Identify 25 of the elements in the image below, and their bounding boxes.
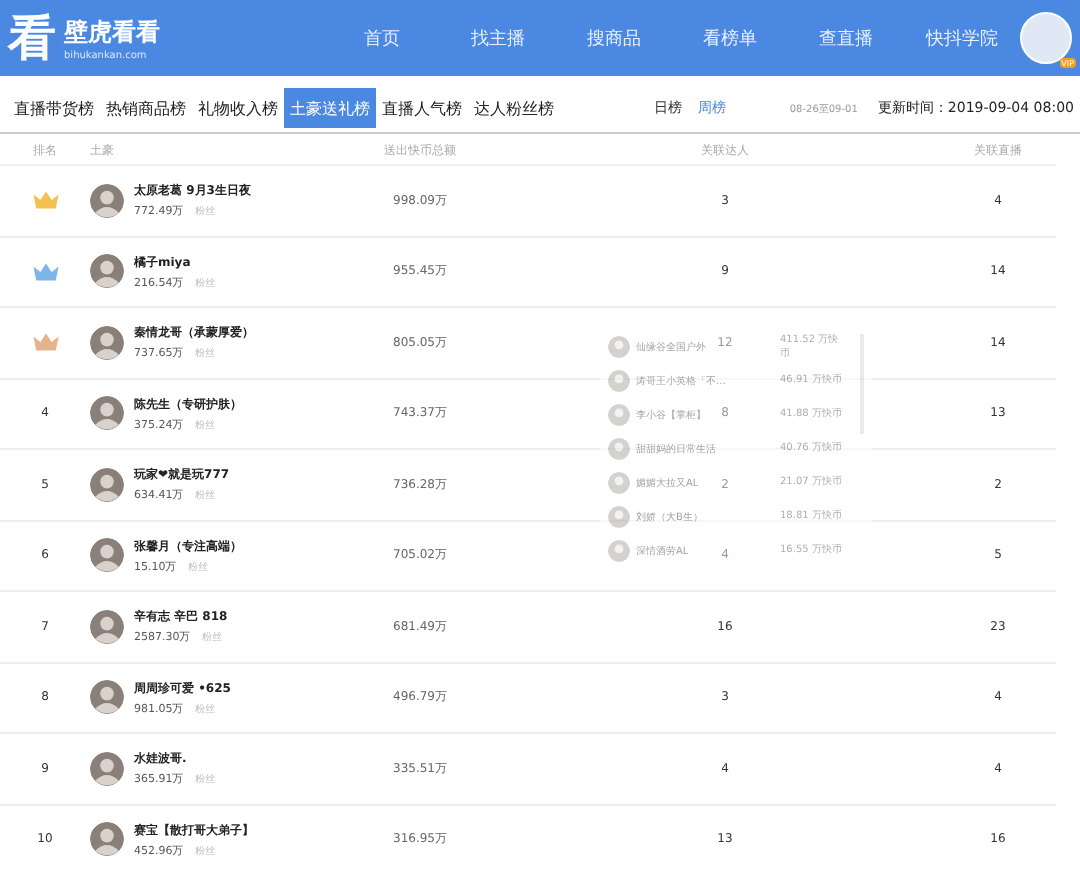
nav-link[interactable]: 搜商品: [556, 25, 672, 51]
brand-name: 壁虎看看: [64, 15, 160, 49]
nav-link[interactable]: 看榜单: [672, 25, 788, 51]
logo-mark[interactable]: 看: [8, 14, 56, 62]
avatar[interactable]: [90, 538, 124, 573]
user-avatar[interactable]: [1020, 12, 1072, 64]
nav-link[interactable]: 快抖学院: [904, 25, 1020, 51]
avatar[interactable]: [90, 467, 124, 502]
avatar[interactable]: [90, 396, 124, 431]
ranking-tab[interactable]: 礼物收入榜: [192, 88, 284, 128]
nav-link[interactable]: 查直播: [788, 25, 904, 51]
ranking-tab[interactable]: 直播带货榜: [8, 88, 100, 128]
avatar[interactable]: [90, 609, 124, 644]
ranking-tab[interactable]: 热销商品榜: [100, 88, 192, 128]
avatar[interactable]: [90, 822, 124, 857]
avatar[interactable]: [90, 254, 124, 289]
avatar[interactable]: [90, 751, 124, 786]
avatar[interactable]: [90, 183, 124, 218]
avatar[interactable]: [90, 325, 124, 360]
ranking-tab[interactable]: 直播人气榜: [376, 88, 468, 128]
avatar[interactable]: [90, 680, 124, 715]
ranking-tab[interactable]: 土豪送礼榜: [284, 88, 376, 128]
nav-link[interactable]: 首页: [324, 25, 440, 51]
nav-link[interactable]: 找主播: [440, 25, 556, 51]
ranking-tab[interactable]: 达人粉丝榜: [468, 88, 560, 128]
